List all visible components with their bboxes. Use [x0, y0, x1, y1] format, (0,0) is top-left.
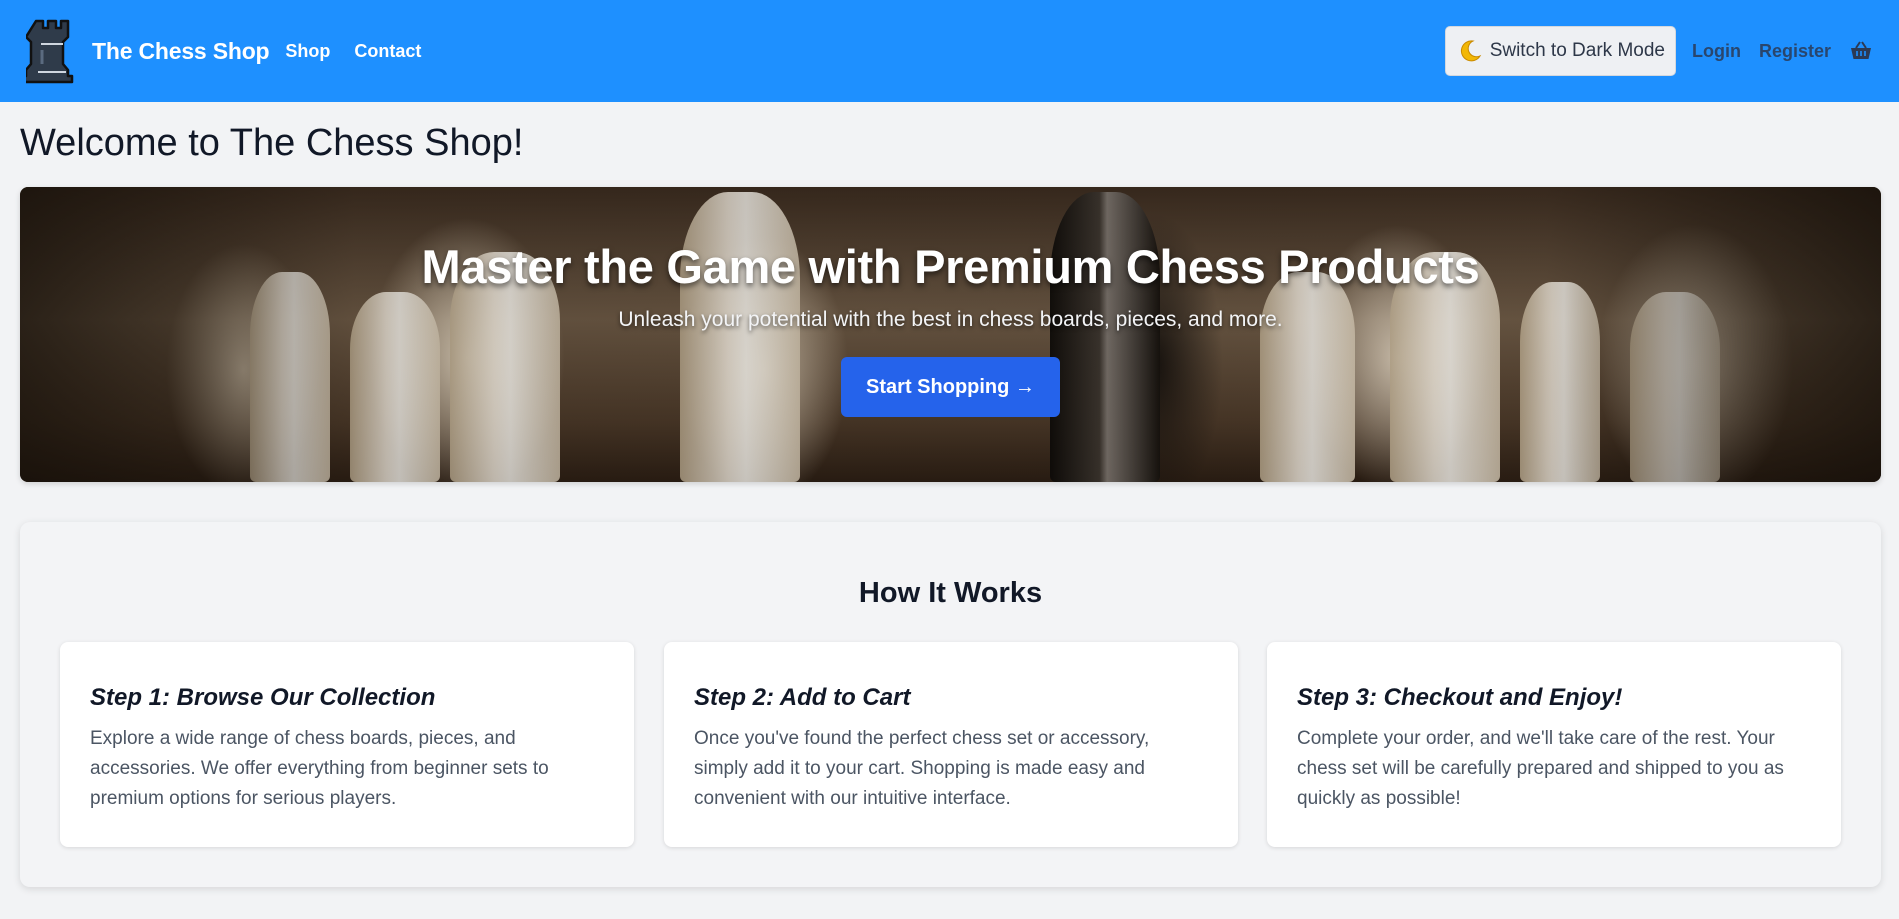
dark-mode-label: Switch to Dark Mode: [1489, 40, 1665, 61]
hero-title: Master the Game with Premium Chess Produ…: [421, 240, 1480, 293]
brand-link[interactable]: The Chess Shop: [92, 38, 270, 65]
start-shopping-button[interactable]: Start Shopping →: [841, 357, 1060, 417]
moon-icon: [1460, 40, 1481, 62]
step-text: Once you've found the perfect chess set …: [694, 728, 1150, 809]
step-card-2: Step 2: Add to Cart Once you've found th…: [664, 642, 1238, 847]
register-link[interactable]: Register: [1759, 41, 1831, 62]
navbar: The Chess Shop Shop Contact Switch to Da…: [0, 0, 1899, 102]
nav-contact-link[interactable]: Contact: [354, 41, 421, 62]
nav-shop-link[interactable]: Shop: [285, 41, 330, 62]
login-link[interactable]: Login: [1692, 41, 1741, 62]
step-title: Step 3: Checkout and Enjoy!: [1297, 684, 1623, 711]
rook-logo-icon[interactable]: [26, 17, 78, 85]
step-card-3: Step 3: Checkout and Enjoy! Complete you…: [1267, 642, 1841, 847]
hero-subtitle: Unleash your potential with the best in …: [618, 308, 1283, 331]
step-text: Complete your order, and we'll take care…: [1297, 728, 1784, 809]
cart-icon[interactable]: [1849, 40, 1873, 62]
hero-banner: Master the Game with Premium Chess Produ…: [20, 187, 1881, 482]
step-card-1: Step 1: Browse Our Collection Explore a …: [60, 642, 634, 847]
how-it-works-title: How It Works: [858, 577, 1043, 609]
how-it-works-section: How It Works Step 1: Browse Our Collecti…: [20, 522, 1881, 887]
step-title: Step 1: Browse Our Collection: [90, 684, 436, 711]
nav-right: Switch to Dark Mode Login Register: [1444, 26, 1873, 76]
page-title: Welcome to The Chess Shop!: [20, 122, 524, 164]
step-title: Step 2: Add to Cart: [694, 684, 911, 711]
step-text: Explore a wide range of chess boards, pi…: [90, 728, 549, 809]
dark-mode-toggle-button[interactable]: Switch to Dark Mode: [1444, 26, 1676, 76]
hero-content: Master the Game with Premium Chess Produ…: [20, 187, 1881, 482]
